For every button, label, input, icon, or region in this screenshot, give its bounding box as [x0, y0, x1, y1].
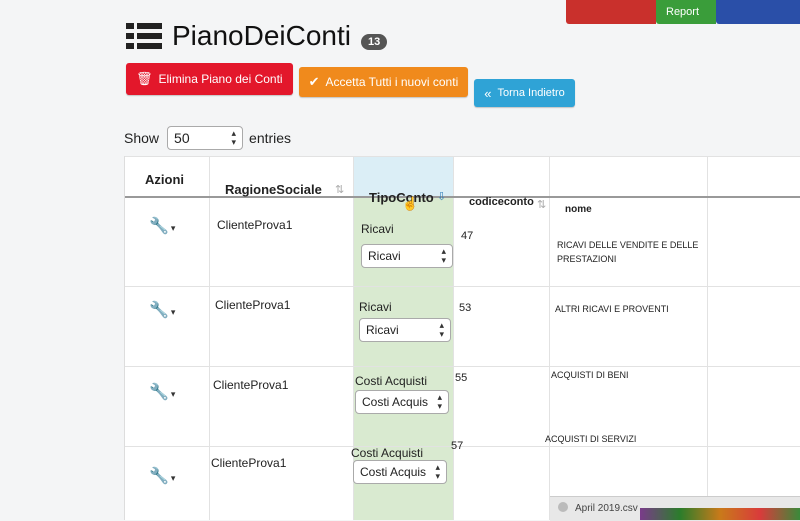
ragione-sociale-cell: ClienteProva1 [213, 378, 289, 392]
taskbar [640, 508, 800, 520]
top-nav: Report [566, 0, 800, 28]
download-item[interactable]: April 2019.csv [575, 503, 638, 514]
top-nav-item-report-label: Report [666, 6, 700, 18]
wrench-icon: 🔧 [149, 218, 169, 235]
select-arrows-icon: ▴ ▾ [435, 462, 440, 481]
entries-select[interactable]: 50 ▴ ▾ [167, 126, 244, 150]
trash-icon: 🗑 [136, 71, 153, 86]
tipo-conto-select-value: Costi Acquis [362, 395, 429, 409]
page-header: PianoDeiConti 13 [126, 20, 388, 52]
tipo-conto-select-value: Costi Acquis [360, 465, 427, 479]
select-arrows-icon: ▴ ▾ [441, 246, 446, 265]
top-nav-item-3[interactable] [716, 0, 800, 24]
entries-select-value: 50 [174, 130, 190, 146]
sort-desc-icon[interactable]: ⇩ [437, 190, 446, 203]
caret-down-icon: ▾ [170, 389, 176, 399]
caret-down-icon: ▾ [170, 307, 176, 317]
ragione-sociale-cell: ClienteProva1 [211, 456, 287, 470]
tipo-conto-select[interactable]: Costi Acquis ▴ ▾ [355, 390, 449, 414]
top-nav-item-1[interactable] [566, 0, 656, 24]
tipo-conto-select[interactable]: Ricavi ▴ ▾ [361, 244, 453, 268]
column-header-codiceconto[interactable]: codiceconto [469, 196, 534, 208]
back-label: Torna Indietro [497, 87, 565, 99]
accept-all-label: Accetta Tutti i nuovi conti [325, 75, 459, 89]
check-circle-icon: ✔ [308, 74, 320, 89]
tipo-conto-select[interactable]: Costi Acquis ▴ ▾ [353, 460, 447, 484]
column-header-azioni: Azioni [145, 172, 184, 187]
tipo-conto-select-value: Ricavi [368, 249, 401, 263]
select-arrows-icon: ▴ ▾ [231, 128, 237, 147]
file-icon [558, 502, 568, 512]
tipo-conto-label: Ricavi [359, 300, 392, 314]
tipo-conto-label: Ricavi [361, 222, 394, 236]
row-actions-dropdown[interactable]: 🔧 ▾ [149, 216, 175, 236]
entries-label: entries [249, 130, 292, 146]
ragione-sociale-cell: ClienteProva1 [217, 218, 293, 232]
wrench-icon: 🔧 [149, 302, 169, 319]
row-actions-dropdown[interactable]: 🔧 ▾ [149, 382, 175, 402]
tipo-conto-label: Costi Acquisti [351, 446, 424, 460]
ragione-sociale-cell: ClienteProva1 [215, 298, 291, 312]
length-menu: Show 50 ▴ ▾ entries [124, 126, 291, 150]
codice-conto-cell: 55 [455, 372, 468, 384]
double-chevron-left-icon: « [484, 85, 492, 101]
list-icon [126, 21, 162, 51]
select-arrows-icon: ▴ ▾ [437, 392, 442, 411]
column-header-ragionesociale[interactable]: RagioneSociale [225, 182, 322, 197]
column-header-nome[interactable]: nome [565, 204, 592, 215]
sort-icon[interactable]: ⇅ [335, 183, 344, 196]
select-arrows-icon: ▴ ▾ [439, 320, 444, 339]
action-toolbar: 🗑 Elimina Piano dei Conti ✔ Accetta Tutt… [126, 63, 575, 107]
nome-cell: ACQUISTI DI SERVIZI [545, 434, 637, 444]
codice-conto-cell: 57 [451, 440, 464, 452]
tipo-conto-select[interactable]: Ricavi ▴ ▾ [359, 318, 451, 342]
nome-cell: ACQUISTI DI BENI [551, 370, 629, 380]
codice-conto-cell: 53 [459, 302, 472, 314]
accept-all-button[interactable]: ✔ Accetta Tutti i nuovi conti [298, 67, 469, 97]
show-label: Show [124, 130, 160, 146]
back-button[interactable]: « Torna Indietro [474, 79, 575, 107]
count-badge: 13 [361, 34, 388, 50]
tipo-conto-select-value: Ricavi [366, 323, 399, 337]
wrench-icon: 🔧 [149, 468, 169, 485]
accounts-table: Azioni RagioneSociale ⇅ TipoConto ⇩ ☝ co… [124, 156, 800, 520]
caret-down-icon: ▾ [170, 223, 176, 233]
page-title: PianoDeiConti [172, 20, 351, 51]
nome-cell: RICAVI DELLE VENDITE E DELLE PRESTAZIONI [557, 240, 699, 264]
sort-icon[interactable]: ⇅ [537, 198, 546, 211]
mouse-pointer-icon: ☝ [402, 196, 419, 211]
caret-down-icon: ▾ [170, 473, 176, 483]
top-nav-item-report[interactable]: Report [656, 0, 716, 24]
row-actions-dropdown[interactable]: 🔧 ▾ [149, 466, 175, 486]
wrench-icon: 🔧 [149, 384, 169, 401]
codice-conto-cell: 47 [461, 230, 474, 242]
row-actions-dropdown[interactable]: 🔧 ▾ [149, 300, 175, 320]
delete-chart-label: Elimina Piano dei Conti [158, 72, 283, 86]
nome-cell: ALTRI RICAVI E PROVENTI [555, 304, 669, 314]
tipo-conto-label: Costi Acquisti [355, 374, 428, 388]
delete-chart-button[interactable]: 🗑 Elimina Piano dei Conti [126, 63, 293, 95]
